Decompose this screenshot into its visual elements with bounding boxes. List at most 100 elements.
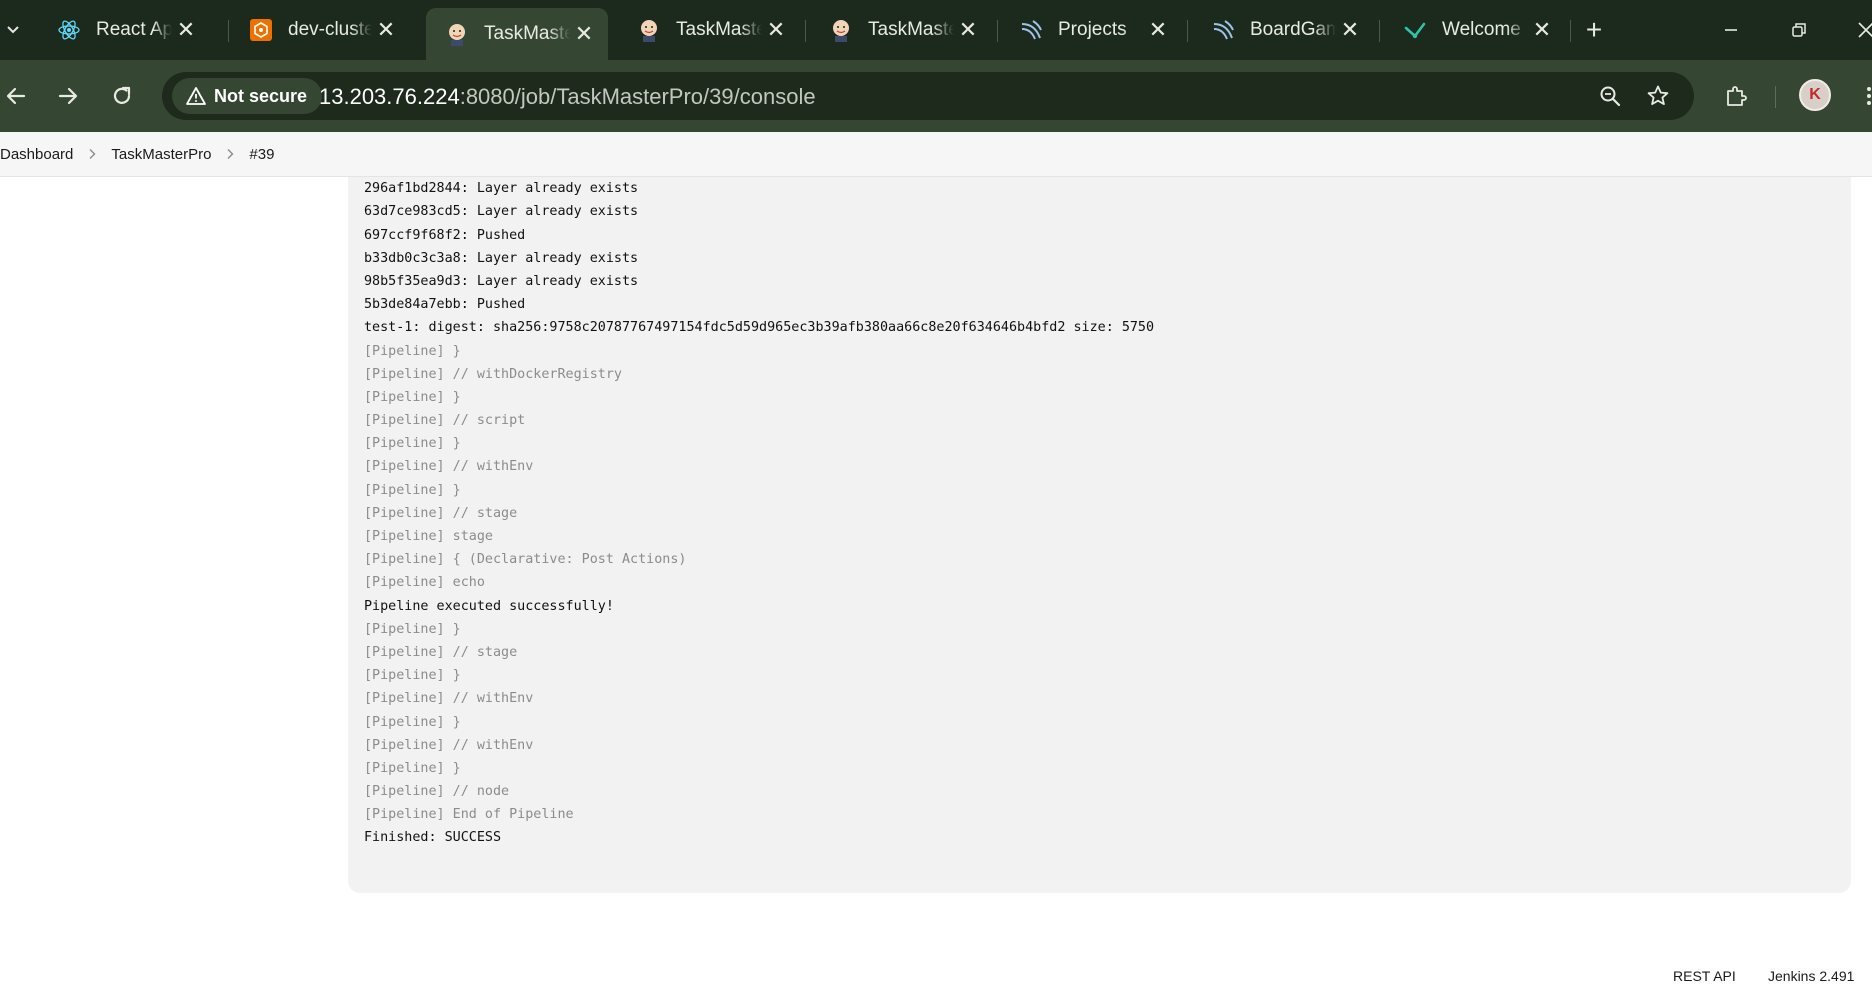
tab-title: Welcome <box>1442 19 1521 40</box>
tab-title: TaskMasterPro <box>868 19 954 40</box>
profile-initial: K <box>1809 86 1821 103</box>
security-label: Not secure <box>214 85 308 106</box>
pipeline-log-line: [Pipeline] echo <box>364 575 485 591</box>
console-log-line: b33db0c3c3a8: Layer already exists <box>364 250 639 266</box>
bookmark-star-icon[interactable] <box>1643 81 1673 111</box>
breadcrumb: Dashboard TaskMasterPro #39 <box>0 132 1872 177</box>
breadcrumb-dashboard[interactable]: Dashboard <box>0 146 73 163</box>
pipeline-log-line: [Pipeline] } <box>364 714 461 730</box>
console-log-line: 63d7ce983cd5: Layer already exists <box>364 204 639 220</box>
pipeline-log-line: [Pipeline] // withEnv <box>364 691 534 707</box>
tab-welcome[interactable]: Welcome ✕ <box>1384 8 1566 52</box>
jenkins-icon <box>444 21 470 47</box>
close-icon[interactable]: ✕ <box>570 20 598 48</box>
console-log-line: Pipeline executed successfully! <box>364 598 614 614</box>
react-icon <box>56 17 82 43</box>
address-bar[interactable]: Not secure 13.203.76.224:8080/job/TaskMa… <box>162 72 1694 120</box>
pipeline-log-line: [Pipeline] { (Declarative: Post Actions) <box>364 552 687 568</box>
jenkins-version-link[interactable]: Jenkins 2.491 <box>1768 968 1854 984</box>
close-icon[interactable]: ✕ <box>762 16 790 44</box>
close-icon[interactable]: ✕ <box>372 16 400 44</box>
console-log-line: 98b5f35ea9d3: Layer already exists <box>364 273 639 289</box>
rest-api-link[interactable]: REST API <box>1673 968 1736 984</box>
url-text[interactable]: 13.203.76.224:8080/job/TaskMasterPro/39/… <box>319 84 816 110</box>
warning-triangle-icon <box>186 87 206 105</box>
tab-dev-cluster[interactable]: dev-cluster ✕ <box>230 8 410 52</box>
tab-search-chevron-icon[interactable] <box>0 14 26 46</box>
pipeline-log-line: [Pipeline] // stage <box>364 505 518 521</box>
tab-taskmasterpro[interactable]: TaskMasterPro ✕ <box>810 8 992 52</box>
tab-divider <box>997 20 998 42</box>
tab-boardgame[interactable]: BoardGame ✕ <box>1192 8 1374 52</box>
console-log-line: 697ccf9f68f2: Pushed <box>364 227 526 243</box>
more-menu-icon[interactable] <box>1849 76 1872 116</box>
pipeline-log-line: [Pipeline] } <box>364 760 461 776</box>
url-host: 13.203.76.224 <box>319 84 460 109</box>
pipeline-log-line: [Pipeline] // withEnv <box>364 737 534 753</box>
tab-react-app[interactable]: React App ✕ <box>38 8 210 52</box>
minimize-icon[interactable] <box>1711 10 1751 50</box>
zoom-magnifier-icon[interactable] <box>1595 81 1625 111</box>
tab-title: React App <box>96 19 172 40</box>
browser-toolbar: Not secure 13.203.76.224:8080/job/TaskMa… <box>0 60 1872 132</box>
console-output: 8ce189049cb5: Layer already exists296af1… <box>348 132 1851 893</box>
aws-eks-icon <box>248 17 274 43</box>
sonarqube-icon <box>1018 17 1044 43</box>
breadcrumb-job[interactable]: TaskMasterPro <box>111 146 211 163</box>
close-icon[interactable]: ✕ <box>1336 16 1364 44</box>
tab-divider <box>805 20 806 42</box>
tab-divider <box>228 20 229 42</box>
pipeline-log-line: [Pipeline] // stage <box>364 644 518 660</box>
tab-divider <box>1570 20 1571 42</box>
pipeline-log-line: [Pipeline] } <box>364 482 461 498</box>
pipeline-log-line: [Pipeline] // node <box>364 784 510 800</box>
pipeline-log-line: [Pipeline] stage <box>364 529 493 544</box>
tab-projects[interactable]: Projects ✕ <box>1000 8 1182 52</box>
toolbar-divider <box>1775 86 1776 108</box>
tab-divider <box>1187 20 1188 42</box>
pipeline-log-line: [Pipeline] // script <box>364 413 526 429</box>
chevron-right-icon <box>225 148 235 160</box>
pipeline-log-line: [Pipeline] } <box>364 389 461 405</box>
reload-icon[interactable] <box>100 74 144 118</box>
tab-title: Projects <box>1058 19 1127 40</box>
back-arrow-icon[interactable] <box>0 74 38 118</box>
breadcrumb-build[interactable]: #39 <box>249 146 274 163</box>
chevron-right-icon <box>87 148 97 160</box>
console-lines: 8ce189049cb5: Layer already exists296af1… <box>364 154 1154 850</box>
console-log-line: 5b3de84a7ebb: Pushed <box>364 297 526 313</box>
console-log-line: 296af1bd2844: Layer already exists <box>364 181 639 197</box>
close-icon[interactable]: ✕ <box>1528 16 1556 44</box>
tab-taskmasterpro-active[interactable]: TaskMasterPro ✕ <box>426 8 608 60</box>
profile-avatar[interactable]: K <box>1799 79 1831 111</box>
tab-title: dev-cluster <box>288 19 372 40</box>
restore-window-icon[interactable] <box>1779 10 1819 50</box>
jenkins-icon <box>828 17 854 43</box>
pipeline-log-line: [Pipeline] } <box>364 436 461 452</box>
pipeline-log-line: [Pipeline] } <box>364 343 461 359</box>
tab-taskmasterpro[interactable]: TaskMasterPro ✕ <box>618 8 800 52</box>
nexus-icon <box>1402 17 1428 43</box>
tab-title: TaskMasterPro <box>676 19 762 40</box>
sonarqube-icon <box>1210 17 1236 43</box>
browser-tab-strip: React App ✕ dev-cluster ✕ TaskMasterPro … <box>0 0 1872 60</box>
close-icon[interactable]: ✕ <box>954 16 982 44</box>
not-secure-chip[interactable]: Not secure <box>172 78 322 114</box>
pipeline-log-line: [Pipeline] // withDockerRegistry <box>364 366 622 382</box>
close-window-icon[interactable] <box>1846 10 1872 50</box>
extensions-puzzle-icon[interactable] <box>1716 76 1756 116</box>
new-tab-plus-icon[interactable]: + <box>1578 12 1610 48</box>
url-path: :8080/job/TaskMasterPro/39/console <box>459 84 816 109</box>
close-icon[interactable]: ✕ <box>1144 16 1172 44</box>
tab-title: TaskMasterPro <box>484 23 570 44</box>
forward-arrow-icon[interactable] <box>46 74 90 118</box>
jenkins-icon <box>636 17 662 43</box>
pipeline-log-line: [Pipeline] } <box>364 621 461 637</box>
console-log-line: Finished: SUCCESS <box>364 830 502 846</box>
close-icon[interactable]: ✕ <box>172 16 200 44</box>
tab-title: BoardGame <box>1250 19 1336 40</box>
pipeline-log-line: [Pipeline] // withEnv <box>364 459 534 475</box>
pipeline-log-line: [Pipeline] End of Pipeline <box>364 807 574 823</box>
console-log-line: test-1: digest: sha256:9758c207877674971… <box>364 320 1155 336</box>
pipeline-log-line: [Pipeline] } <box>364 668 461 684</box>
